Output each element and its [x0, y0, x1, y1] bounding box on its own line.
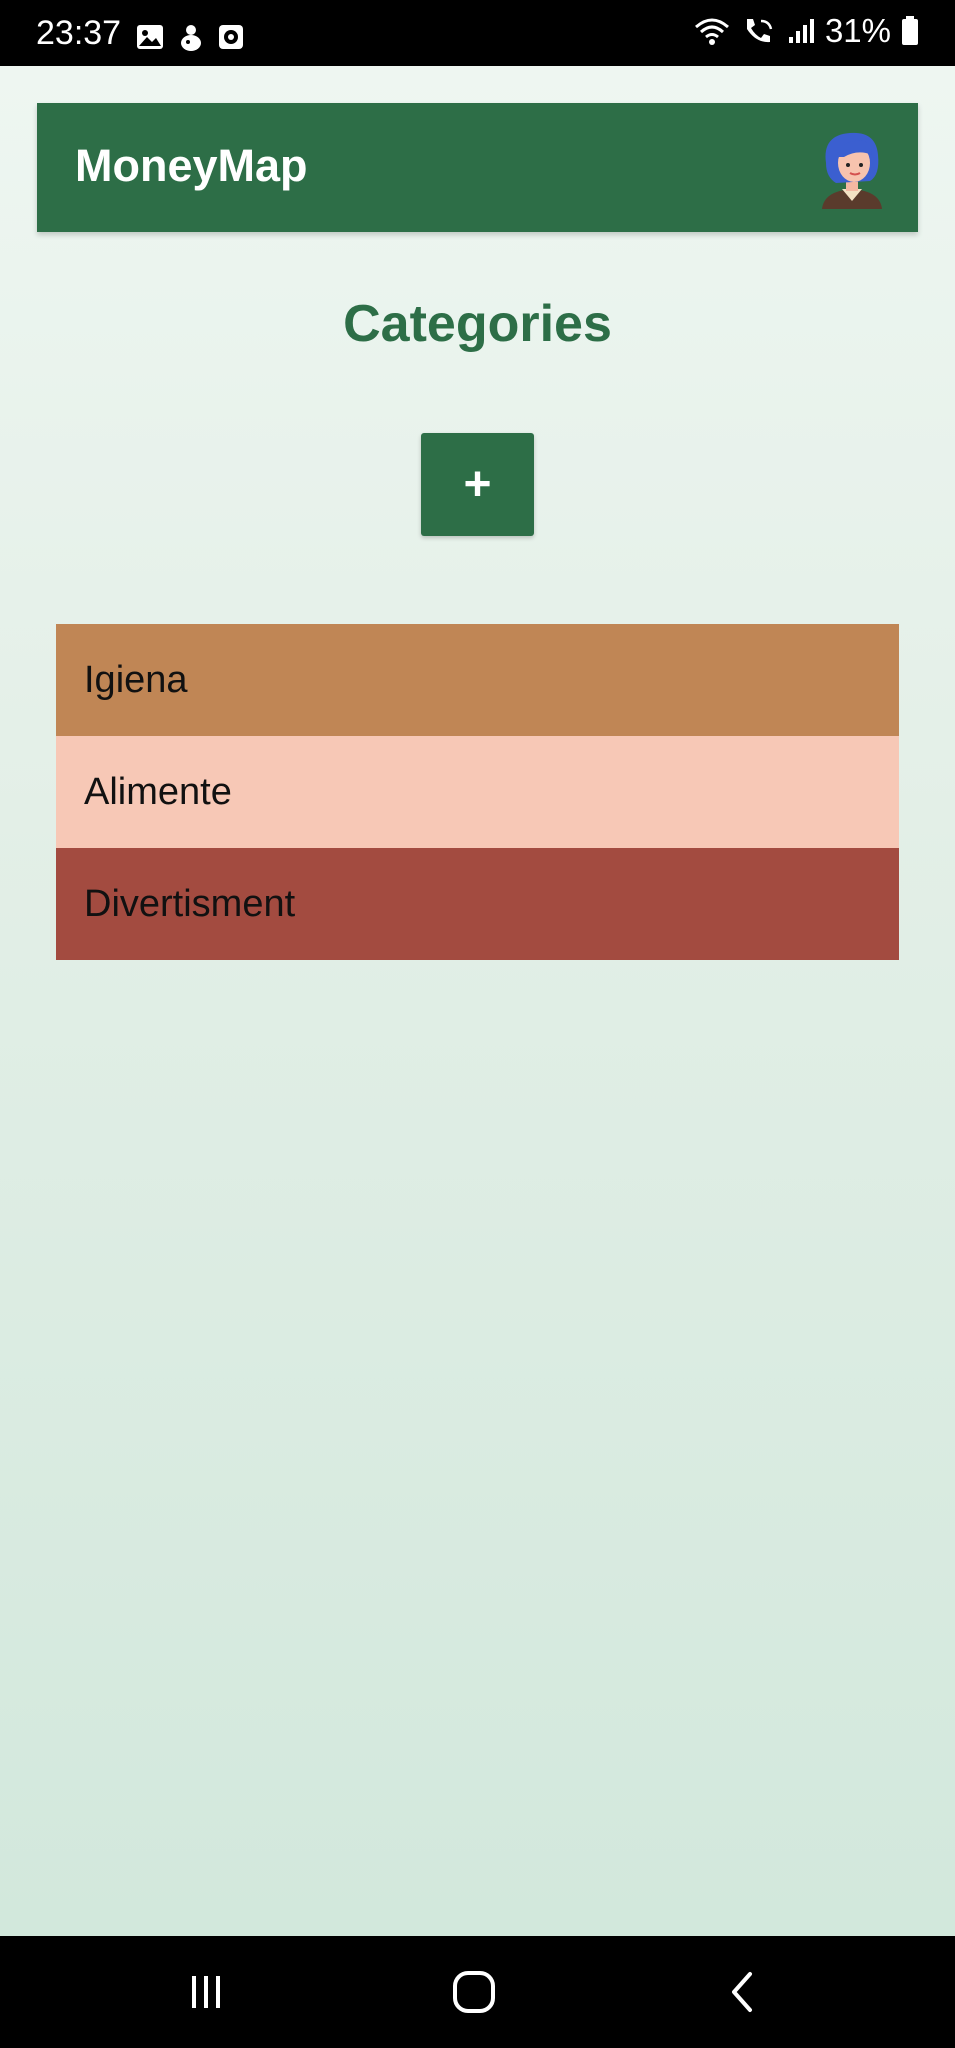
recent-apps-icon — [192, 1976, 220, 2008]
status-left-icons — [136, 24, 244, 52]
battery-icon — [902, 15, 918, 45]
page-title: Categories — [343, 295, 612, 353]
category-item-divertisment[interactable]: Divertisment — [56, 848, 899, 960]
avatar[interactable] — [814, 127, 890, 209]
status-right: 31% — [693, 14, 919, 47]
user-avatar-icon — [822, 132, 882, 209]
category-label: Alimente — [84, 770, 232, 813]
category-item-alimente[interactable]: Alimente — [56, 736, 899, 848]
recent-apps-button[interactable] — [176, 1964, 236, 2020]
category-label: Divertisment — [84, 882, 296, 925]
wifi-icon — [694, 18, 729, 45]
home-icon — [453, 1971, 495, 2013]
category-list: Igiena Alimente Divertisment — [56, 624, 899, 960]
app-content: MoneyMap Categories + Igiena Alimente Di… — [0, 66, 955, 1936]
clock-app-icon — [219, 25, 243, 49]
signal-icon — [788, 18, 814, 43]
gallery-icon — [137, 25, 163, 49]
home-button[interactable] — [444, 1964, 504, 2020]
notification-icon — [181, 25, 201, 51]
back-icon — [732, 1972, 752, 2012]
battery-percent: 31% — [824, 12, 891, 49]
category-label: Igiena — [84, 658, 188, 701]
add-category-button[interactable]: + — [421, 433, 534, 536]
back-button[interactable] — [712, 1964, 772, 2020]
plus-icon: + — [463, 457, 492, 511]
status-bar: 23:37 31% — [0, 0, 955, 66]
status-time: 23:37 — [36, 14, 122, 52]
nav-bar — [0, 1936, 955, 2048]
app-header: MoneyMap — [37, 103, 918, 232]
category-item-igiena[interactable]: Igiena — [56, 624, 899, 736]
app-title: MoneyMap — [75, 140, 308, 191]
wifi-calling-icon — [746, 18, 773, 42]
